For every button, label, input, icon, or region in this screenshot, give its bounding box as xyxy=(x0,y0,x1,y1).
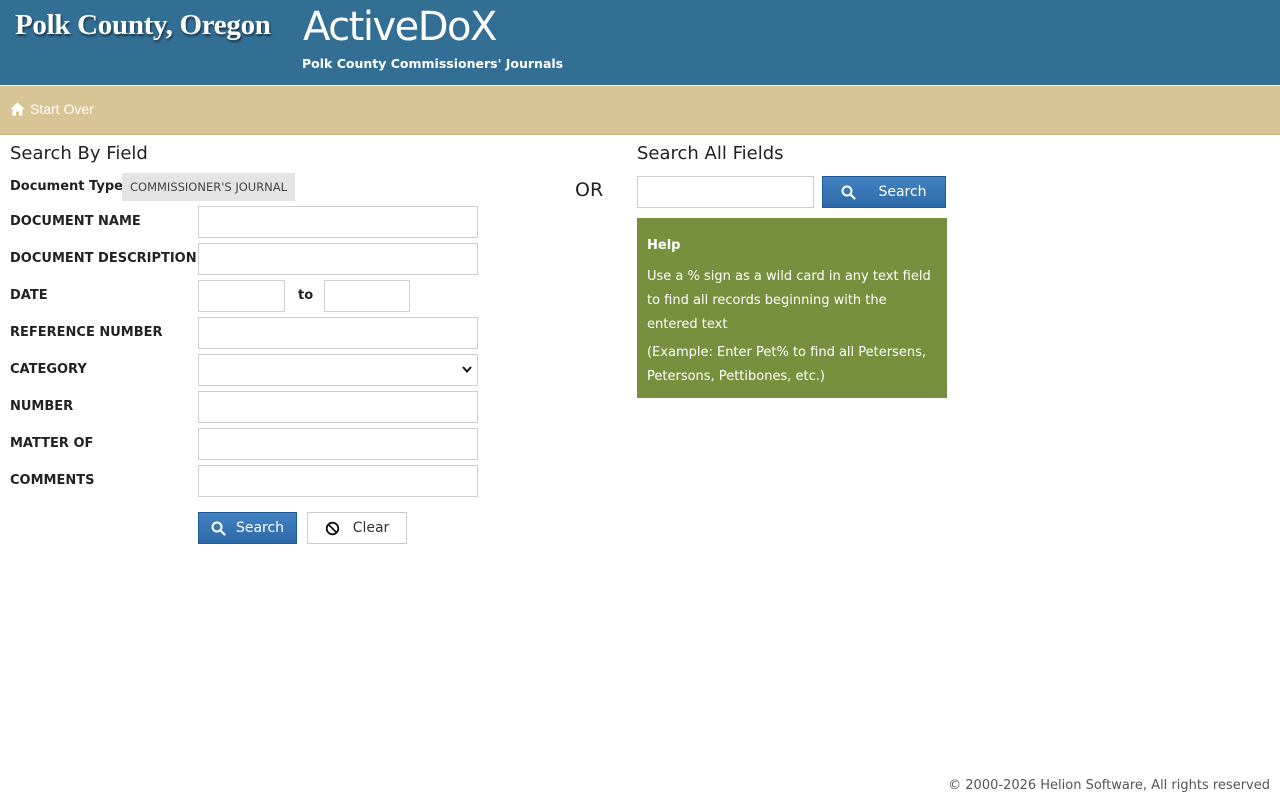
clear-button[interactable]: Clear xyxy=(307,512,407,544)
footer-copyright: © 2000-2026 Helion Software, All rights … xyxy=(948,778,1270,793)
clear-button-label: Clear xyxy=(352,520,390,536)
document-name-label: DOCUMENT NAME xyxy=(10,214,141,229)
reference-number-label: REFERENCE NUMBER xyxy=(10,325,163,340)
ban-icon xyxy=(325,521,339,535)
help-title: Help xyxy=(647,238,681,253)
search-icon xyxy=(211,521,226,536)
all-fields-search-button-label: Search xyxy=(878,184,927,200)
category-select[interactable] xyxy=(198,354,478,386)
search-by-field-title: Search By Field xyxy=(10,143,148,164)
app-subtitle: Polk County Commissioners' Journals xyxy=(302,56,564,71)
search-icon xyxy=(841,185,857,200)
date-to-label: to xyxy=(298,288,314,303)
field-search-button[interactable]: Search xyxy=(198,512,297,544)
nav-bar: Start Over xyxy=(0,86,1280,135)
document-description-label: DOCUMENT DESCRIPTION xyxy=(10,251,197,266)
date-to-input[interactable] xyxy=(324,280,410,312)
county-logo: Polk County, Oregon xyxy=(15,9,271,41)
help-text-wildcard: Use a % sign as a wild card in any text … xyxy=(647,269,931,332)
number-label: NUMBER xyxy=(10,399,74,414)
all-fields-search-button[interactable]: Search xyxy=(822,176,946,208)
document-type-badge: COMMISSIONER'S JOURNAL xyxy=(122,173,296,201)
start-over-link[interactable]: Start Over xyxy=(10,101,94,117)
matter-of-input[interactable] xyxy=(198,428,478,460)
help-panel: Help Use a % sign as a wild card in any … xyxy=(637,218,947,398)
field-search-button-label: Search xyxy=(235,520,285,536)
site-header: Polk County, Oregon ActiveDoX Polk Count… xyxy=(0,0,1280,85)
document-description-input[interactable] xyxy=(198,243,478,275)
date-label: DATE xyxy=(10,288,48,303)
matter-of-label: MATTER OF xyxy=(10,436,94,451)
search-all-fields-title: Search All Fields xyxy=(637,143,784,164)
reference-number-input[interactable] xyxy=(198,317,478,349)
home-icon xyxy=(10,102,25,116)
or-separator: OR xyxy=(575,179,604,201)
comments-input[interactable] xyxy=(198,465,478,497)
comments-label: COMMENTS xyxy=(10,473,95,488)
number-input[interactable] xyxy=(198,391,478,423)
all-fields-search-input[interactable] xyxy=(637,176,814,208)
help-text-example: (Example: Enter Pet% to find all Peterse… xyxy=(647,345,927,384)
start-over-label: Start Over xyxy=(30,101,94,117)
document-type-label: Document Type: xyxy=(10,179,129,194)
app-logo: ActiveDoX xyxy=(303,4,497,50)
category-label: CATEGORY xyxy=(10,362,87,377)
document-name-input[interactable] xyxy=(198,206,478,238)
date-from-input[interactable] xyxy=(198,280,285,312)
